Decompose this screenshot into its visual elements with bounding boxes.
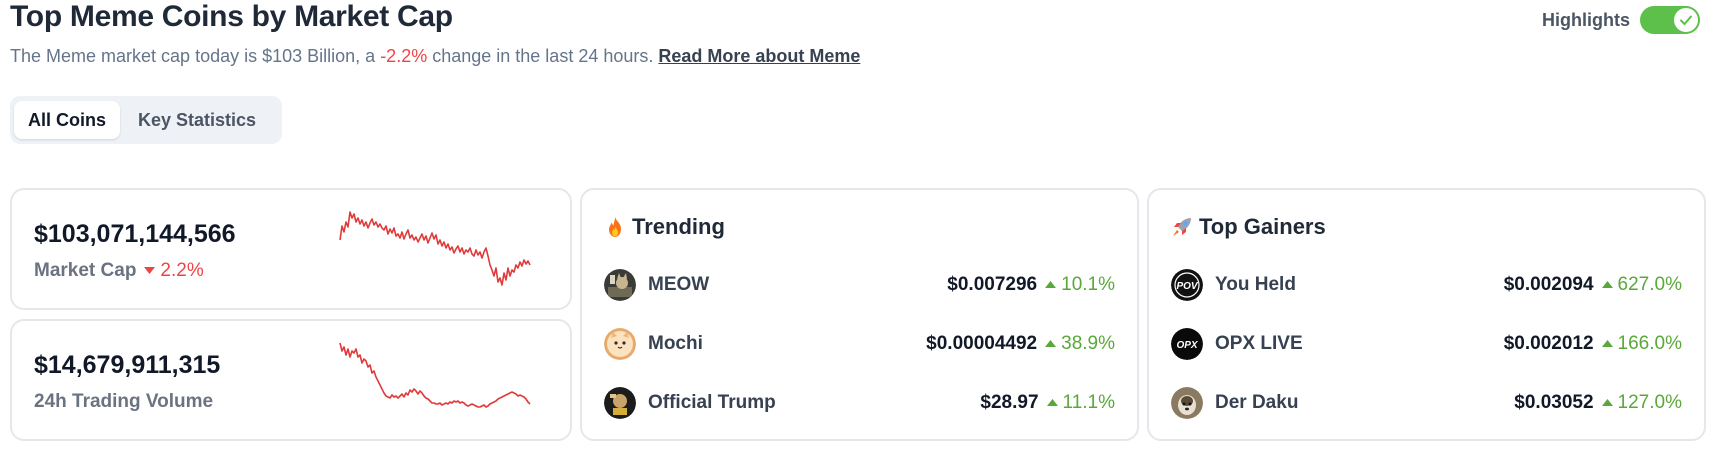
coin-name: MEOW [648,274,710,295]
trending-row-meow[interactable]: MEOW $0.007296 10.1% [604,267,1115,303]
coin-change: 127.0% [1601,392,1682,414]
market-cap-change-value: 2.2% [160,260,204,281]
triangle-up-icon [1601,399,1613,406]
opx-live-logo-icon: OPX [1171,328,1203,360]
der-daku-logo-icon [1171,387,1203,419]
market-cap-card: $103,071,144,566 Market Cap 2.2% [10,188,572,310]
subtitle-prefix: The Meme market cap today is $103 Billio… [10,46,381,66]
opx-logo-text: OPX [1176,340,1198,351]
coin-price: $0.002094 [1503,274,1594,295]
market-cap-value: $103,071,144,566 [34,220,236,248]
coin-price: $0.03052 [1514,392,1594,413]
trading-volume-sparkline [339,342,531,408]
coin-price: $28.97 [980,392,1039,413]
coin-price: $0.007296 [947,274,1038,295]
toggle-knob [1674,8,1698,32]
rocket-icon [1173,218,1191,236]
coin-change: 11.1% [1046,392,1115,414]
trading-volume-label-row: 24h Trading Volume [34,391,213,413]
triangle-up-icon [1601,340,1613,347]
coin-change-value: 10.1% [1061,274,1115,295]
top-gainers-header[interactable]: Top Gainers [1171,214,1326,240]
tab-all-coins[interactable]: All Coins [14,101,121,139]
triangle-up-icon [1045,281,1057,288]
coin-change-value: 627.0% [1617,274,1682,295]
subtitle-suffix: change in the last 24 hours. [427,46,659,66]
market-cap-label: Market Cap [34,260,137,281]
triangle-up-icon [1046,399,1058,406]
coin-change-value: 166.0% [1617,333,1682,354]
page-subtitle: The Meme market cap today is $103 Billio… [10,46,860,67]
market-cap-change-badge: 2.2% [144,260,204,282]
coin-name: Official Trump [648,392,776,413]
market-cap-label-row: Market Cap 2.2% [34,260,204,282]
you-held-logo-icon: POV [1171,269,1203,301]
market-cap-sparkline [339,211,531,286]
trending-row-official-trump[interactable]: Official Trump $28.97 11.1% [604,385,1115,421]
highlights-toggle[interactable] [1640,6,1700,34]
you-held-logo-text: POV [1176,281,1198,292]
triangle-up-icon [1045,340,1057,347]
trading-volume-card: $14,679,911,315 24h Trading Volume [10,319,572,441]
top-gainers-card: Top Gainers POV You Held $0.002094 627.0… [1147,188,1706,441]
coin-change: 627.0% [1601,274,1682,296]
coin-change-value: 127.0% [1617,392,1682,413]
trading-volume-value: $14,679,911,315 [34,351,221,379]
triangle-down-icon [144,267,156,274]
top-gainers-title: Top Gainers [1199,214,1326,239]
mochi-logo-icon [604,328,636,360]
fire-icon [609,217,621,237]
page-title: Top Meme Coins by Market Cap [10,0,453,33]
tab-key-statistics[interactable]: Key Statistics [124,101,270,139]
gainers-row-opx-live[interactable]: OPX OPX LIVE $0.002012 166.0% [1171,326,1682,362]
coin-change: 38.9% [1045,333,1115,355]
gainers-row-der-daku[interactable]: Der Daku $0.03052 127.0% [1171,385,1682,421]
coin-change: 166.0% [1601,333,1682,355]
trading-volume-label: 24h Trading Volume [34,391,214,412]
trending-header[interactable]: Trending [604,214,725,240]
coin-change-value: 38.9% [1061,333,1115,354]
coin-name: Mochi [648,333,703,354]
market-cap-change: -2.2% [380,46,428,66]
trending-row-mochi[interactable]: Mochi $0.00004492 38.9% [604,326,1115,362]
coin-name: Der Daku [1215,392,1299,413]
view-tabs: All Coins Key Statistics [10,96,282,144]
official-trump-logo-icon [604,387,636,419]
coin-change: 10.1% [1045,274,1115,296]
meow-logo-icon [604,269,636,301]
trending-title: Trending [632,214,725,239]
read-more-link[interactable]: Read More about Meme [658,46,860,66]
coin-price: $0.002012 [1503,333,1594,354]
coin-price: $0.00004492 [926,333,1038,354]
coin-name: OPX LIVE [1215,333,1303,354]
gainers-row-you-held[interactable]: POV You Held $0.002094 627.0% [1171,267,1682,303]
coin-name: You Held [1215,274,1296,295]
highlights-control: Highlights [1542,6,1700,34]
highlights-label: Highlights [1542,9,1630,30]
checkmark-icon [1680,15,1692,25]
trending-card: Trending MEOW $0.007296 10.1% Mochi $0.0… [580,188,1139,441]
coin-change-value: 11.1% [1062,392,1115,413]
triangle-up-icon [1601,281,1613,288]
